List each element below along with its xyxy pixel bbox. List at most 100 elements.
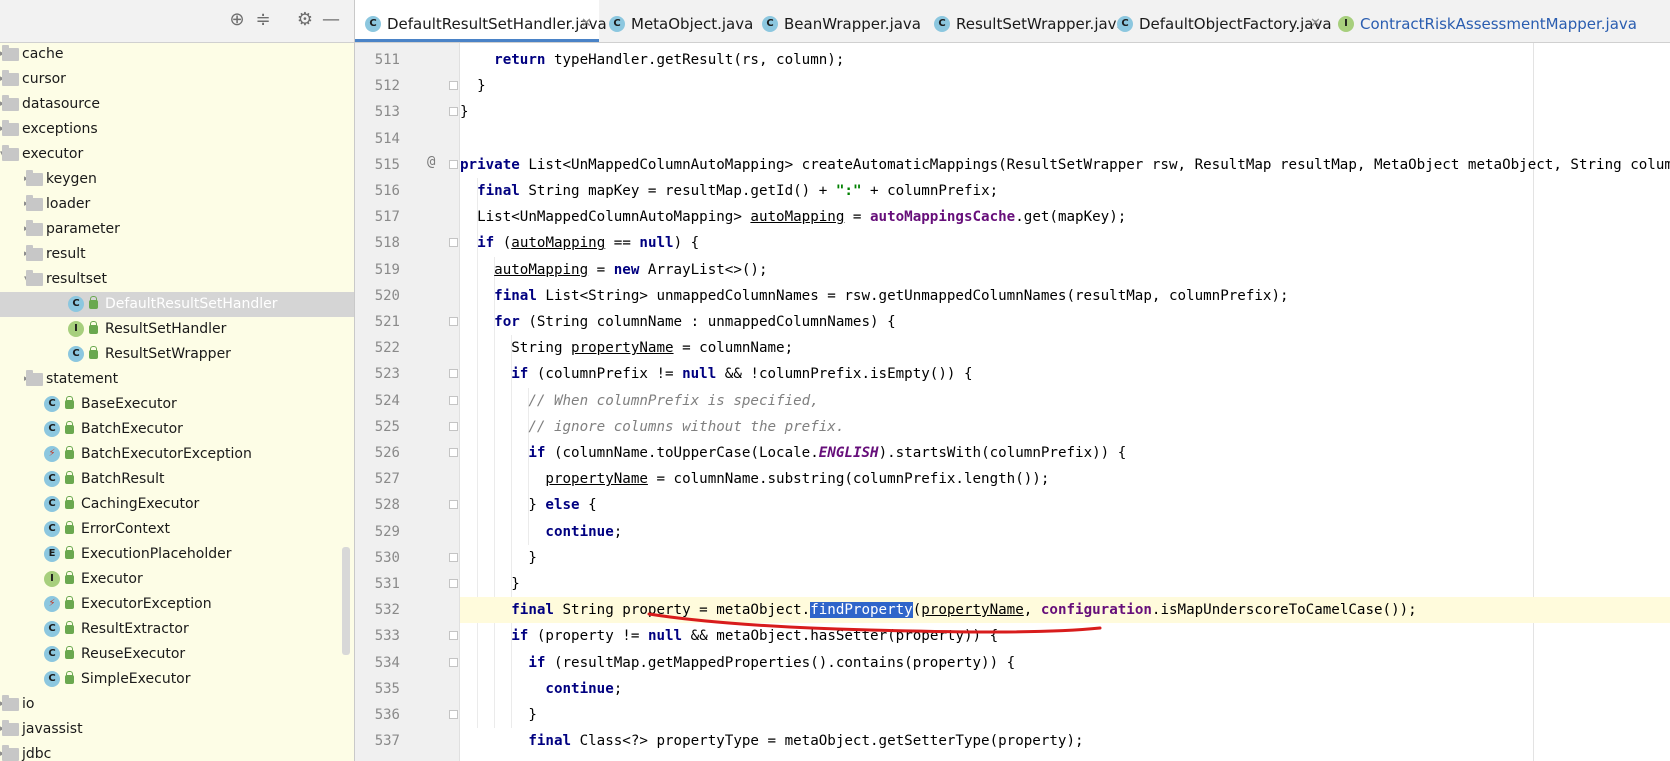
code-line[interactable]: } [460, 73, 1670, 99]
fold-marker-icon[interactable] [449, 552, 458, 562]
tree-item[interactable]: C ResultSetWrapper [0, 342, 354, 367]
code-line[interactable]: List<UnMappedColumnAutoMapping> autoMapp… [460, 204, 1670, 230]
code-editor[interactable]: return typeHandler.getResult(rs, column)… [460, 43, 1670, 761]
fold-marker-icon[interactable] [449, 81, 458, 91]
fold-marker-icon[interactable] [449, 238, 458, 248]
tree-item[interactable]: ▸exceptions [0, 117, 354, 142]
collapse-icon[interactable]: ≑ [252, 9, 274, 31]
tree-item[interactable]: ⚡ ExecutorException [0, 592, 354, 617]
fold-marker-icon[interactable] [449, 631, 458, 641]
tree-item[interactable]: E ExecutionPlaceholder [0, 542, 354, 567]
tree-item[interactable]: I Executor [0, 567, 354, 592]
tree-item[interactable]: C CachingExecutor [0, 492, 354, 517]
tree-item[interactable]: ⚡ BatchExecutorException [0, 442, 354, 467]
code-line[interactable]: continue; [460, 519, 1670, 545]
folder-icon [26, 195, 43, 211]
gear-icon[interactable]: ⚙ [294, 9, 316, 31]
lock-icon [65, 446, 74, 459]
fold-marker-icon[interactable] [449, 317, 458, 326]
editor-tab[interactable]: C DefaultObjectFactory.java ✕ [1107, 0, 1332, 42]
folder-icon [2, 45, 19, 61]
close-icon[interactable]: ✕ [1310, 0, 1321, 42]
tree-item-label: keygen [46, 171, 97, 187]
tree-item[interactable]: ▸io [0, 692, 354, 717]
tree-item[interactable]: ▸loader [0, 192, 354, 217]
tree-item[interactable]: ▾executor [0, 142, 354, 167]
code-line[interactable]: for (String columnName : unmappedColumnN… [460, 309, 1670, 335]
code-line[interactable]: final String mapKey = resultMap.getId() … [460, 178, 1670, 204]
tree-item[interactable]: I ResultSetHandler [0, 317, 354, 342]
tree-item[interactable]: C BaseExecutor [0, 392, 354, 417]
tree-item[interactable]: C ResultExtractor [0, 617, 354, 642]
fold-marker-icon[interactable] [449, 369, 458, 379]
code-line[interactable]: // When columnPrefix is specified, [460, 388, 1670, 414]
tree-item[interactable]: ▸cache [0, 42, 354, 67]
fold-marker-icon[interactable] [449, 710, 458, 719]
lock-icon [89, 321, 98, 334]
tree-item[interactable]: ▸statement [0, 367, 354, 392]
line-number: 527 [374, 471, 400, 488]
tree-item-label: javassist [22, 721, 83, 737]
editor-tab[interactable]: I ContractRiskAssessmentMapper.java [1328, 0, 1670, 42]
code-line[interactable]: autoMapping = new ArrayList<>(); [460, 257, 1670, 283]
exception-icon: ⚡ [44, 446, 60, 462]
tree-scrollbar[interactable] [342, 547, 350, 655]
tree-item-label: executor [22, 146, 84, 162]
close-icon[interactable]: ✕ [581, 0, 592, 42]
lock-icon [89, 296, 98, 309]
tree-item[interactable]: ▸result [0, 242, 354, 267]
tree-item[interactable]: ▸parameter [0, 217, 354, 242]
tree-item[interactable]: C ReuseExecutor [0, 642, 354, 667]
fold-marker-icon[interactable] [449, 500, 458, 510]
tree-item[interactable]: C BatchExecutor [0, 417, 354, 442]
code-line[interactable]: if (columnPrefix != null && !columnPrefi… [460, 361, 1670, 387]
crosshair-icon[interactable]: ⊕ [226, 9, 248, 31]
fold-marker-icon[interactable] [449, 448, 458, 457]
code-line[interactable]: // ignore columns without the prefix. [460, 414, 1670, 440]
tree-item[interactable]: C BatchResult [0, 467, 354, 492]
code-line[interactable]: if (property != null && metaObject.hasSe… [460, 623, 1670, 649]
tab-label: DefaultObjectFactory.java [1139, 15, 1332, 33]
code-line[interactable]: String propertyName = columnName; [460, 335, 1670, 361]
fold-marker-icon[interactable] [449, 421, 458, 431]
code-line[interactable]: return typeHandler.getResult(rs, column)… [460, 47, 1670, 73]
fold-marker-icon[interactable] [449, 657, 458, 667]
tree-item[interactable]: ▸cursor [0, 67, 354, 92]
fold-marker-icon[interactable] [449, 107, 458, 117]
tree-item[interactable]: ▸jdbc [0, 742, 354, 761]
code-line[interactable]: if (autoMapping == null) { [460, 230, 1670, 256]
code-line[interactable]: final String property = metaObject.findP… [460, 597, 1670, 624]
code-line[interactable]: final List<String> unmappedColumnNames =… [460, 283, 1670, 309]
code-line[interactable]: private List<UnMappedColumnAutoMapping> … [460, 152, 1670, 178]
editor-tab[interactable]: C DefaultResultSetHandler.java ✕ [355, 0, 607, 42]
code-line[interactable]: if (resultMap.getMappedProperties().cont… [460, 650, 1670, 676]
line-number: 529 [374, 523, 400, 540]
code-line[interactable]: if (columnName.toUpperCase(Locale.ENGLIS… [460, 440, 1670, 466]
tree-item[interactable]: C SimpleExecutor [0, 667, 354, 692]
code-line[interactable]: continue; [460, 676, 1670, 702]
annotation-icon[interactable]: @ [427, 154, 435, 170]
code-line[interactable]: final Class<?> propertyType = metaObject… [460, 728, 1670, 754]
tree-item[interactable]: C ErrorContext [0, 517, 354, 542]
editor-tab[interactable]: C BeanWrapper.java [752, 0, 924, 42]
fold-marker-icon[interactable] [449, 579, 458, 588]
code-line[interactable] [460, 126, 1670, 152]
code-line[interactable]: } [460, 571, 1670, 597]
code-line[interactable]: propertyName = columnName.substring(colu… [460, 466, 1670, 492]
code-line[interactable]: } [460, 702, 1670, 728]
code-line[interactable]: } [460, 99, 1670, 125]
tree-item[interactable]: ▸datasource [0, 92, 354, 117]
editor-tab[interactable]: C MetaObject.java [599, 0, 753, 42]
fold-marker-icon[interactable] [449, 159, 458, 169]
editor-tab[interactable]: C ResultSetWrapper.java [924, 0, 1126, 42]
tree-item[interactable]: C DefaultResultSetHandler [0, 292, 354, 317]
tree-item[interactable]: ▾resultset [0, 267, 354, 292]
tree-item[interactable]: ▸javassist [0, 717, 354, 742]
tree-item-label: result [46, 246, 86, 262]
minimize-icon[interactable]: — [320, 9, 342, 31]
class-icon: C [44, 621, 60, 637]
code-line[interactable]: } [460, 545, 1670, 571]
code-line[interactable]: } else { [460, 492, 1670, 518]
tree-item[interactable]: ▸keygen [0, 167, 354, 192]
fold-marker-icon[interactable] [449, 395, 458, 405]
